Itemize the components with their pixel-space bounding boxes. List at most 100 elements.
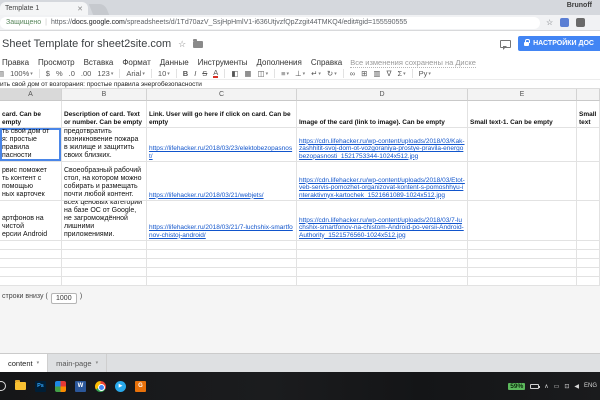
increase-decimal-icon[interactable]: .00 [81, 69, 91, 78]
currency-format-icon[interactable]: $ [46, 69, 50, 78]
grid-cell[interactable]: Достойные устройства всех ценовых катего… [62, 201, 147, 241]
tray-expand-icon[interactable]: ∧ [544, 383, 548, 390]
text-wrap-icon[interactable]: ↵▾ [311, 69, 321, 78]
decrease-decimal-icon[interactable]: .0 [69, 69, 75, 78]
menu-edit[interactable]: Правка [2, 58, 29, 67]
sheet-tab-content[interactable]: content▾ [0, 354, 48, 372]
input-tools-select[interactable]: Ру▾ [419, 69, 431, 78]
grid-cell[interactable]: Description of card. Text or number. Can… [62, 101, 147, 128]
vertical-align-icon[interactable]: ⊥▾ [295, 69, 305, 78]
grid-cell[interactable] [62, 277, 147, 286]
battery-icon[interactable] [530, 384, 539, 389]
functions-select[interactable]: Σ▾ [397, 69, 405, 78]
bookmark-star-icon[interactable]: ☆ [546, 18, 553, 27]
grid-cell[interactable] [147, 259, 297, 268]
grid-cell[interactable]: https://cdn.lifehacker.ru/wp-content/upl… [297, 162, 468, 201]
word-icon[interactable]: W [75, 381, 86, 392]
menu-help[interactable]: Справка [311, 58, 342, 67]
grid-cell[interactable] [468, 201, 577, 241]
grid-cell[interactable] [297, 241, 468, 250]
merge-cells-icon[interactable]: ◫▾ [258, 69, 269, 78]
telegram-icon[interactable]: ▶ [115, 381, 126, 392]
grid-cell[interactable] [297, 259, 468, 268]
font-select[interactable]: Arial▾ [126, 69, 145, 78]
grid-cell[interactable] [577, 268, 600, 277]
menu-insert[interactable]: Вставка [84, 58, 114, 67]
grid-cell[interactable] [147, 250, 297, 259]
fill-color-icon[interactable]: ◧ [231, 69, 238, 78]
grid-cell[interactable]: ть свой дом от я: простые правила паснос… [0, 128, 62, 162]
grid-cell[interactable] [62, 259, 147, 268]
move-to-folder-icon[interactable] [193, 41, 203, 48]
display-icon[interactable]: ⊡ [564, 383, 569, 390]
new-tab-button[interactable] [89, 4, 109, 15]
grid-cell[interactable] [577, 162, 600, 201]
grid-cell[interactable]: О том, как предотвратить возникновение п… [62, 128, 147, 162]
column-header-last[interactable] [577, 89, 600, 101]
chrome-icon[interactable] [95, 381, 106, 392]
grid-cell[interactable] [577, 259, 600, 268]
address-bar[interactable]: Защищено | https://docs.google.com/sprea… [0, 17, 540, 29]
insert-comment-icon[interactable]: ⊞ [361, 69, 367, 78]
menu-tools[interactable]: Инструменты [198, 58, 248, 67]
language-label[interactable]: ENG [584, 383, 597, 389]
percent-format-icon[interactable]: % [56, 69, 63, 78]
sheet-tab-menu-icon[interactable]: ▾ [96, 360, 99, 366]
column-header-C[interactable]: C [147, 89, 297, 101]
filter-icon[interactable]: ∇ [386, 69, 391, 78]
grid-cell[interactable]: https://cdn.lifehacker.ru/wp-content/upl… [297, 201, 468, 241]
star-document-icon[interactable]: ☆ [178, 39, 186, 50]
grid-cell[interactable] [62, 241, 147, 250]
secure-badge[interactable]: Защищено [6, 19, 41, 26]
grid-cell[interactable] [468, 268, 577, 277]
menu-addons[interactable]: Дополнения [257, 58, 302, 67]
save-status-link[interactable]: Все изменения сохранены на Диске [350, 58, 476, 68]
volume-icon[interactable]: ◀ [574, 383, 579, 390]
grid-cell[interactable] [468, 128, 577, 162]
network-icon[interactable]: ▭ [554, 383, 560, 390]
grid-cell[interactable] [0, 241, 62, 250]
column-header-D[interactable]: D [297, 89, 468, 101]
grid-cell[interactable] [147, 241, 297, 250]
horizontal-align-icon[interactable]: ≡▾ [281, 69, 289, 78]
grid-cell[interactable] [468, 250, 577, 259]
file-explorer-icon[interactable] [15, 382, 26, 390]
menu-view[interactable]: Просмотр [38, 58, 75, 67]
grid-cell[interactable] [577, 128, 600, 162]
tab-close-icon[interactable]: ✕ [77, 5, 83, 13]
orange-app-icon[interactable]: G [135, 381, 146, 392]
grid-cell[interactable] [147, 268, 297, 277]
sheet-tab-main-page[interactable]: main-page▾ [48, 354, 107, 372]
photoshop-icon[interactable]: Ps [35, 381, 46, 392]
formula-bar[interactable]: ить свой дом от возгорания: простые прав… [0, 80, 600, 89]
grid-cell[interactable]: https://lifehacker.ru/2018/03/23/elektob… [147, 128, 297, 162]
grid-cell[interactable]: Своеобразный рабочий стол, на котором мо… [62, 162, 147, 201]
sheet-tab-menu-icon[interactable]: ▾ [37, 360, 40, 366]
grid-cell[interactable] [297, 277, 468, 286]
grid-cell[interactable] [0, 259, 62, 268]
grid-cell[interactable] [577, 277, 600, 286]
font-size-select[interactable]: 10▾ [158, 69, 170, 78]
extension-icon[interactable] [576, 18, 585, 27]
zoom-select[interactable]: 100%▾ [10, 69, 33, 78]
insert-link-icon[interactable]: ∞ [350, 69, 355, 78]
grid-cell[interactable] [297, 250, 468, 259]
grid-cell[interactable]: Small text [577, 101, 600, 128]
grid-cell[interactable] [62, 268, 147, 277]
grid-cell[interactable] [0, 277, 62, 286]
grid-cell[interactable]: card. Can be empty [0, 101, 62, 128]
grid-cell[interactable] [297, 268, 468, 277]
browser-profile-label[interactable]: Brunoff [567, 2, 592, 9]
grid-cell[interactable]: https://lifehacker.ru/2018/03/21/webjets… [147, 162, 297, 201]
grid-cell[interactable]: Image of the card (link to image). Can b… [297, 101, 468, 128]
bold-button[interactable]: B [183, 69, 188, 78]
photos-icon[interactable] [55, 381, 66, 392]
search-icon[interactable] [0, 381, 6, 391]
column-header-A[interactable]: A [0, 89, 62, 101]
extension-icon[interactable] [560, 18, 569, 27]
grid-cell[interactable] [577, 201, 600, 241]
grid-cell[interactable]: Small text-1. Can be empty [468, 101, 577, 128]
comments-icon[interactable] [500, 40, 511, 48]
battery-percent-badge[interactable]: 59% [508, 383, 525, 390]
document-title[interactable]: Sheet Template for sheet2site.com [2, 38, 171, 50]
